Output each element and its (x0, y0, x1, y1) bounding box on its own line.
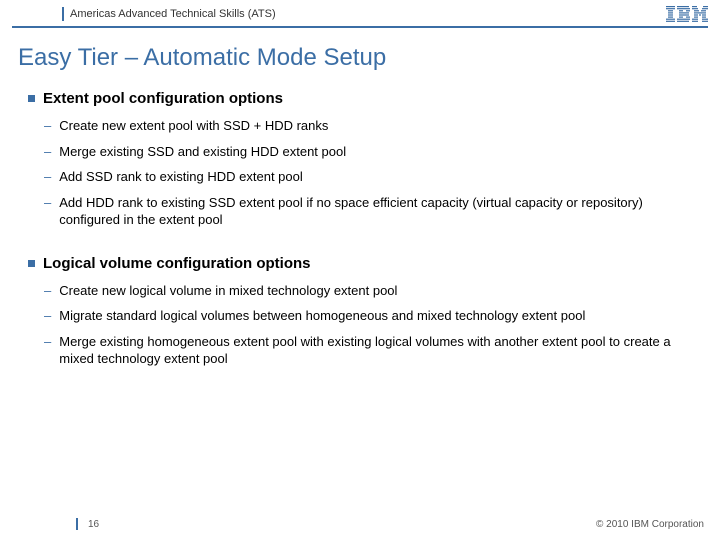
section-logical-volume: Logical volume configuration options –Cr… (28, 255, 692, 368)
section-extent-pool: Extent pool configuration options –Creat… (28, 90, 692, 229)
section-title: Logical volume configuration options (43, 255, 311, 272)
list-item-text: Merge existing homogeneous extent pool w… (59, 333, 692, 368)
content-area: Extent pool configuration options –Creat… (0, 90, 720, 368)
list-item-text: Create new logical volume in mixed techn… (59, 282, 397, 300)
list-item-text: Add SSD rank to existing HDD extent pool (59, 168, 303, 186)
list-item: –Merge existing homogeneous extent pool … (44, 333, 692, 368)
footer-vertical-rule (76, 518, 78, 530)
list-item-text: Migrate standard logical volumes between… (59, 307, 585, 325)
copyright-text: © 2010 IBM Corporation (596, 519, 704, 530)
square-bullet-icon (28, 95, 35, 102)
dash-bullet-icon: – (44, 143, 51, 161)
header-vertical-rule (62, 7, 64, 21)
section-title: Extent pool configuration options (43, 90, 283, 107)
list-item: –Add SSD rank to existing HDD extent poo… (44, 168, 692, 186)
header-bar: Americas Advanced Technical Skills (ATS) (0, 0, 720, 26)
page-title: Easy Tier – Automatic Mode Setup (0, 40, 720, 90)
dash-bullet-icon: – (44, 333, 51, 351)
header-horizontal-rule (12, 26, 708, 28)
list-item: –Add HDD rank to existing SSD extent poo… (44, 194, 692, 229)
org-name: Americas Advanced Technical Skills (ATS) (70, 8, 276, 20)
footer-bar: 16 © 2010 IBM Corporation (0, 518, 720, 530)
dash-bullet-icon: – (44, 282, 51, 300)
dash-bullet-icon: – (44, 307, 51, 325)
list-item: –Create new logical volume in mixed tech… (44, 282, 692, 300)
list-item: –Merge existing SSD and existing HDD ext… (44, 143, 692, 161)
dash-bullet-icon: – (44, 117, 51, 135)
dash-bullet-icon: – (44, 168, 51, 186)
list-item: –Create new extent pool with SSD + HDD r… (44, 117, 692, 135)
page-number: 16 (88, 519, 99, 530)
list-item-text: Merge existing SSD and existing HDD exte… (59, 143, 346, 161)
list-item-text: Add HDD rank to existing SSD extent pool… (59, 194, 692, 229)
header-left: Americas Advanced Technical Skills (ATS) (12, 7, 276, 21)
ibm-logo-icon (666, 6, 708, 22)
footer-left: 16 (76, 518, 99, 530)
section-heading: Logical volume configuration options (28, 255, 692, 272)
dash-bullet-icon: – (44, 194, 51, 212)
list-item: –Migrate standard logical volumes betwee… (44, 307, 692, 325)
section-heading: Extent pool configuration options (28, 90, 692, 107)
list-item-text: Create new extent pool with SSD + HDD ra… (59, 117, 328, 135)
square-bullet-icon (28, 260, 35, 267)
